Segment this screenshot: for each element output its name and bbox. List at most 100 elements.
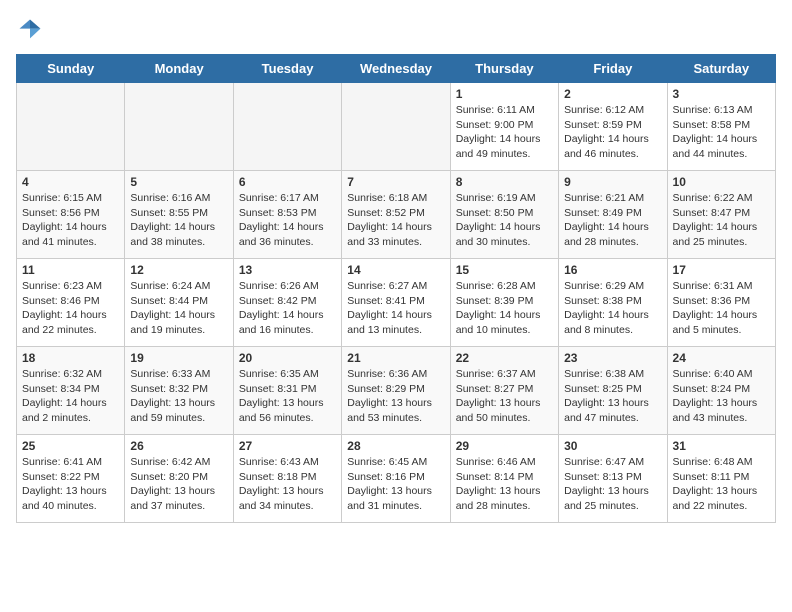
day-number: 12	[130, 263, 227, 277]
calendar-cell: 21Sunrise: 6:36 AM Sunset: 8:29 PM Dayli…	[342, 347, 450, 435]
day-number: 4	[22, 175, 119, 189]
day-number: 28	[347, 439, 444, 453]
day-info: Sunrise: 6:46 AM Sunset: 8:14 PM Dayligh…	[456, 455, 553, 514]
day-info: Sunrise: 6:11 AM Sunset: 9:00 PM Dayligh…	[456, 103, 553, 162]
day-number: 19	[130, 351, 227, 365]
weekday-header-friday: Friday	[559, 55, 667, 83]
day-info: Sunrise: 6:28 AM Sunset: 8:39 PM Dayligh…	[456, 279, 553, 338]
day-info: Sunrise: 6:27 AM Sunset: 8:41 PM Dayligh…	[347, 279, 444, 338]
calendar-cell: 28 Sunrise: 6:45 AM Sunset: 8:16 PM Dayli…	[342, 435, 450, 523]
day-number: 23	[564, 351, 661, 365]
calendar-cell	[233, 83, 341, 171]
calendar-cell: 24 Sunrise: 6:40 AM Sunset: 8:24 PM Dayli…	[667, 347, 775, 435]
day-info: Sunrise: 6:38 AM Sunset: 8:25 PM Dayligh…	[564, 367, 661, 426]
weekday-header-thursday: Thursday	[450, 55, 558, 83]
page-header	[16, 16, 776, 44]
calendar-cell: 1 Sunrise: 6:11 AM Sunset: 9:00 PM Daylig…	[450, 83, 558, 171]
calendar-cell: 15 Sunrise: 6:28 AM Sunset: 8:39 PM Dayli…	[450, 259, 558, 347]
calendar-cell: 29 Sunrise: 6:46 AM Sunset: 8:14 PM Dayli…	[450, 435, 558, 523]
day-info: Sunrise: 6:42 AM Sunset: 8:20 PM Dayligh…	[130, 455, 227, 514]
day-info: Sunrise: 6:15 AM Sunset: 8:56 PM Dayligh…	[22, 191, 119, 250]
day-info: Sunrise: 6:22 AM Sunset: 8:47 PM Dayligh…	[673, 191, 770, 250]
day-number: 5	[130, 175, 227, 189]
calendar-week-row: 18 Sunrise: 6:32 AM Sunset: 8:34 PM Dayli…	[17, 347, 776, 435]
weekday-header-wednesday: Wednesday	[342, 55, 450, 83]
calendar-week-row: 4 Sunrise: 6:15 AM Sunset: 8:56 PM Daylig…	[17, 171, 776, 259]
day-info: Sunrise: 6:36 AM Sunset: 8:29 PM Dayligh…	[347, 367, 444, 426]
day-info: Sunrise: 6:41 AM Sunset: 8:22 PM Dayligh…	[22, 455, 119, 514]
calendar-cell: 10 Sunrise: 6:22 AM Sunset: 8:47 PM Dayli…	[667, 171, 775, 259]
weekday-header-saturday: Saturday	[667, 55, 775, 83]
day-number: 9	[564, 175, 661, 189]
day-number: 3	[673, 87, 770, 101]
day-number: 16	[564, 263, 661, 277]
day-info: Sunrise: 6:19 AM Sunset: 8:50 PM Dayligh…	[456, 191, 553, 250]
day-number: 15	[456, 263, 553, 277]
calendar-cell: 2 Sunrise: 6:12 AM Sunset: 8:59 PM Daylig…	[559, 83, 667, 171]
calendar-cell: 26 Sunrise: 6:42 AM Sunset: 8:20 PM Dayli…	[125, 435, 233, 523]
day-number: 27	[239, 439, 336, 453]
day-info: Sunrise: 6:35 AM Sunset: 8:31 PM Dayligh…	[239, 367, 336, 426]
day-number: 25	[22, 439, 119, 453]
day-info: Sunrise: 6:37 AM Sunset: 8:27 PM Dayligh…	[456, 367, 553, 426]
day-info: Sunrise: 6:43 AM Sunset: 8:18 PM Dayligh…	[239, 455, 336, 514]
weekday-header-monday: Monday	[125, 55, 233, 83]
calendar-cell: 30 Sunrise: 6:47 AM Sunset: 8:13 PM Dayli…	[559, 435, 667, 523]
calendar-cell: 8 Sunrise: 6:19 AM Sunset: 8:50 PM Daylig…	[450, 171, 558, 259]
day-number: 1	[456, 87, 553, 101]
calendar-cell: 9Sunrise: 6:21 AM Sunset: 8:49 PM Daylig…	[559, 171, 667, 259]
calendar-week-row: 25 Sunrise: 6:41 AM Sunset: 8:22 PM Dayli…	[17, 435, 776, 523]
day-info: Sunrise: 6:13 AM Sunset: 8:58 PM Dayligh…	[673, 103, 770, 162]
day-info: Sunrise: 6:12 AM Sunset: 8:59 PM Dayligh…	[564, 103, 661, 162]
calendar-cell: 27 Sunrise: 6:43 AM Sunset: 8:18 PM Dayli…	[233, 435, 341, 523]
calendar-week-row: 11 Sunrise: 6:23 AM Sunset: 8:46 PM Dayli…	[17, 259, 776, 347]
day-number: 26	[130, 439, 227, 453]
calendar-cell: 4 Sunrise: 6:15 AM Sunset: 8:56 PM Daylig…	[17, 171, 125, 259]
calendar-cell: 12 Sunrise: 6:24 AM Sunset: 8:44 PM Dayli…	[125, 259, 233, 347]
day-info: Sunrise: 6:40 AM Sunset: 8:24 PM Dayligh…	[673, 367, 770, 426]
day-number: 8	[456, 175, 553, 189]
calendar-cell: 11 Sunrise: 6:23 AM Sunset: 8:46 PM Dayli…	[17, 259, 125, 347]
calendar-cell: 23 Sunrise: 6:38 AM Sunset: 8:25 PM Dayli…	[559, 347, 667, 435]
calendar-week-row: 1 Sunrise: 6:11 AM Sunset: 9:00 PM Daylig…	[17, 83, 776, 171]
calendar-cell: 25 Sunrise: 6:41 AM Sunset: 8:22 PM Dayli…	[17, 435, 125, 523]
day-info: Sunrise: 6:48 AM Sunset: 8:11 PM Dayligh…	[673, 455, 770, 514]
weekday-header-tuesday: Tuesday	[233, 55, 341, 83]
day-info: Sunrise: 6:18 AM Sunset: 8:52 PM Dayligh…	[347, 191, 444, 250]
day-info: Sunrise: 6:17 AM Sunset: 8:53 PM Dayligh…	[239, 191, 336, 250]
calendar-cell: 13 Sunrise: 6:26 AM Sunset: 8:42 PM Dayli…	[233, 259, 341, 347]
day-info: Sunrise: 6:32 AM Sunset: 8:34 PM Dayligh…	[22, 367, 119, 426]
day-number: 6	[239, 175, 336, 189]
calendar-body: 1 Sunrise: 6:11 AM Sunset: 9:00 PM Daylig…	[17, 83, 776, 523]
day-info: Sunrise: 6:47 AM Sunset: 8:13 PM Dayligh…	[564, 455, 661, 514]
day-number: 2	[564, 87, 661, 101]
day-number: 10	[673, 175, 770, 189]
weekday-header-sunday: Sunday	[17, 55, 125, 83]
day-number: 7	[347, 175, 444, 189]
day-number: 13	[239, 263, 336, 277]
calendar-cell: 14Sunrise: 6:27 AM Sunset: 8:41 PM Dayli…	[342, 259, 450, 347]
calendar-header-row: SundayMondayTuesdayWednesdayThursdayFrid…	[17, 55, 776, 83]
day-info: Sunrise: 6:31 AM Sunset: 8:36 PM Dayligh…	[673, 279, 770, 338]
calendar-cell: 19 Sunrise: 6:33 AM Sunset: 8:32 PM Dayli…	[125, 347, 233, 435]
day-number: 29	[456, 439, 553, 453]
day-info: Sunrise: 6:26 AM Sunset: 8:42 PM Dayligh…	[239, 279, 336, 338]
day-number: 30	[564, 439, 661, 453]
calendar-cell: 6 Sunrise: 6:17 AM Sunset: 8:53 PM Daylig…	[233, 171, 341, 259]
day-number: 22	[456, 351, 553, 365]
day-number: 17	[673, 263, 770, 277]
day-number: 18	[22, 351, 119, 365]
calendar-cell: 31 Sunrise: 6:48 AM Sunset: 8:11 PM Dayli…	[667, 435, 775, 523]
calendar-cell: 5Sunrise: 6:16 AM Sunset: 8:55 PM Daylig…	[125, 171, 233, 259]
day-info: Sunrise: 6:45 AM Sunset: 8:16 PM Dayligh…	[347, 455, 444, 514]
day-number: 31	[673, 439, 770, 453]
day-info: Sunrise: 6:33 AM Sunset: 8:32 PM Dayligh…	[130, 367, 227, 426]
calendar-cell	[342, 83, 450, 171]
logo	[16, 16, 48, 44]
day-number: 11	[22, 263, 119, 277]
logo-icon	[16, 16, 44, 44]
calendar-cell: 3 Sunrise: 6:13 AM Sunset: 8:58 PM Daylig…	[667, 83, 775, 171]
day-info: Sunrise: 6:23 AM Sunset: 8:46 PM Dayligh…	[22, 279, 119, 338]
day-info: Sunrise: 6:24 AM Sunset: 8:44 PM Dayligh…	[130, 279, 227, 338]
day-number: 24	[673, 351, 770, 365]
